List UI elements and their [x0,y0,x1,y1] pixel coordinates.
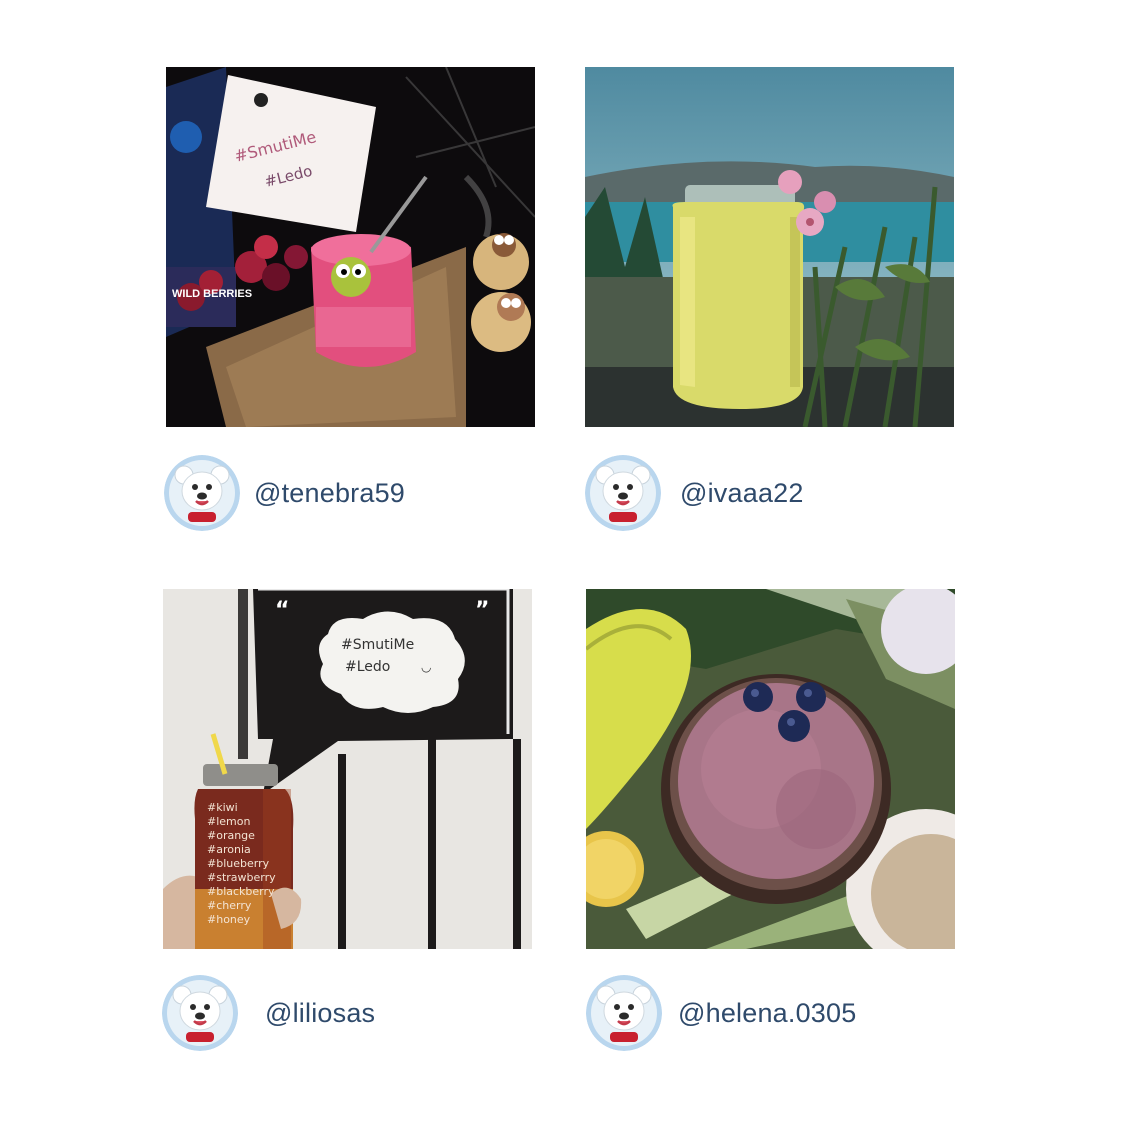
post-photo[interactable]: “ ” #SmutiMe #Ledo ◡ #kiwi #lemon #orang… [163,589,532,949]
layered-smoothie-photo: “ ” #SmutiMe #Ledo ◡ #kiwi #lemon #orang… [163,589,532,949]
svg-text:#cherry: #cherry [207,899,252,912]
polar-bear-mascot-icon [586,975,662,1051]
username-handle[interactable]: @helena.0305 [678,998,856,1029]
svg-text:#strawberry: #strawberry [207,871,276,884]
bubble-line-1: #SmutiMe [341,637,414,653]
post-photo[interactable] [586,589,955,949]
post-photo[interactable] [585,67,954,427]
username-handle[interactable]: @liliosas [265,998,375,1029]
yellow-smoothie-photo [585,67,954,427]
svg-text:#blueberry: #blueberry [207,857,270,870]
smoothie-gallery: WILD BERRIES #SmutiMe #Ledo @tenebra59 @… [0,0,1122,1122]
username-handle[interactable]: @ivaaa22 [680,478,804,509]
svg-text:#honey: #honey [207,913,251,926]
pink-smoothie-photo: WILD BERRIES #SmutiMe #Ledo [166,67,535,427]
svg-text:”: ” [475,598,489,623]
svg-text:#orange: #orange [207,829,255,842]
user-row[interactable]: @ivaaa22 [585,455,804,531]
svg-text:◡: ◡ [421,660,431,674]
svg-text:“: “ [275,598,289,623]
svg-text:#lemon: #lemon [207,815,250,828]
user-row[interactable]: @tenebra59 [164,455,405,531]
user-row[interactable]: @helena.0305 [586,975,856,1051]
svg-text:#blackberry: #blackberry [207,885,275,898]
user-row[interactable]: @liliosas [162,975,375,1051]
polar-bear-mascot-icon [162,975,238,1051]
post-photo[interactable]: WILD BERRIES #SmutiMe #Ledo [166,67,535,427]
polar-bear-mascot-icon [585,455,661,531]
svg-text:#aronia: #aronia [207,843,251,856]
svg-text:#kiwi: #kiwi [207,801,238,814]
blueberry-smoothie-photo [586,589,955,949]
polar-bear-mascot-icon [164,455,240,531]
bubble-line-2: #Ledo [345,659,390,675]
bag-label: WILD BERRIES [172,288,252,300]
username-handle[interactable]: @tenebra59 [254,478,405,509]
